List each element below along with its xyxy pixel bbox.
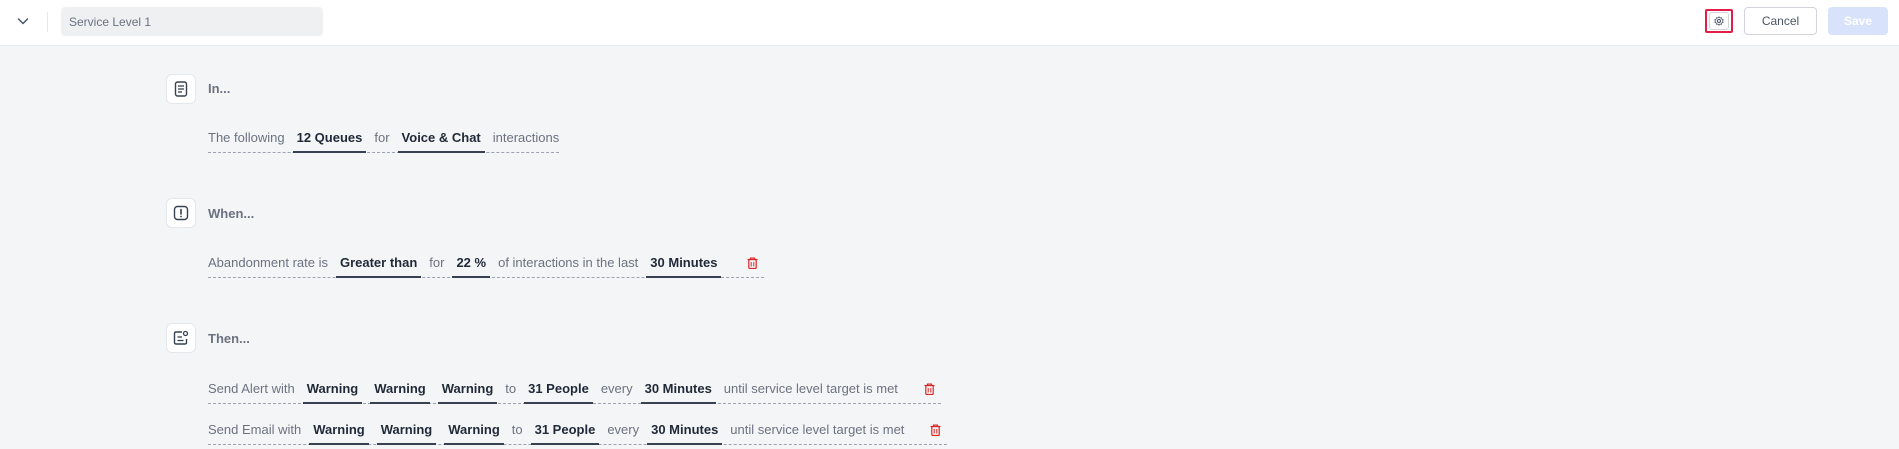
then-row-suffix: until service level target is met [730,422,905,437]
in-sentence: The following 12 Queues for Voice & Chat… [208,127,560,153]
recipients-selector[interactable]: 31 People [530,419,600,445]
then-row-to-text: to [505,381,517,396]
in-for-text: for [374,130,390,145]
interval-selector[interactable]: 30 Minutes [647,419,723,445]
header-divider [47,12,48,32]
settings-button-frame [1709,12,1729,30]
in-prefix-text: The following [208,130,285,145]
severity-selector[interactable]: Warning [370,378,430,404]
then-row-alert: Send Alert with Warning Warning Warning … [208,378,941,404]
in-suffix-text: interactions [492,130,560,145]
cancel-button[interactable]: Cancel [1744,7,1817,35]
channels-selector[interactable]: Voice & Chat [397,127,485,153]
action-list-icon [173,330,189,345]
top-bar: Cancel Save [0,0,1899,46]
severity-selector[interactable]: Warning [376,419,437,445]
when-section-title: When... [208,206,255,221]
queues-selector[interactable]: 12 Queues [292,127,367,153]
when-of-text: of interactions in the last [498,255,639,270]
collapse-button[interactable] [10,10,36,32]
service-level-name-input[interactable] [61,7,323,36]
then-row-prefix: Send Email with [208,422,302,437]
severity-selector[interactable]: Warning [444,419,504,445]
when-for-text: for [429,255,445,270]
delete-condition-button[interactable] [747,252,758,274]
severity-selector[interactable]: Warning [302,378,363,404]
when-metric-text: Abandonment rate is [208,255,328,270]
chevron-down-icon [17,18,29,25]
when-section-icon-box [166,198,196,228]
when-sentence: Abandonment rate is Greater than for 22 … [208,252,765,278]
recipients-selector[interactable]: 31 People [524,378,593,404]
in-section-title: In... [208,81,231,96]
delete-action-button[interactable] [924,378,935,400]
severity-selector[interactable]: Warning [309,419,369,445]
interval-selector[interactable]: 30 Minutes [640,378,716,404]
in-section-icon-box [166,74,196,104]
trash-icon [930,424,941,436]
gear-icon [1714,16,1724,26]
then-section-title: Then... [208,331,250,346]
comparator-selector[interactable]: Greater than [335,252,422,278]
save-button[interactable]: Save [1828,7,1888,35]
trash-icon [747,257,758,269]
then-row-to-text: to [511,422,523,437]
then-row-every-text: every [600,381,633,396]
severity-selector[interactable]: Warning [437,378,498,404]
then-section-icon-box [166,323,196,353]
delete-action-button[interactable] [930,419,941,441]
trash-icon [924,383,935,395]
then-row-suffix: until service level target is met [723,381,898,396]
alert-square-icon [173,205,189,221]
then-row-prefix: Send Alert with [208,381,295,396]
then-row-every-text: every [607,422,640,437]
document-icon [174,81,188,97]
settings-button[interactable] [1705,9,1733,33]
time-window-selector[interactable]: 30 Minutes [646,252,722,278]
percent-input[interactable]: 22 % [452,252,491,278]
then-row-email: Send Email with Warning Warning Warning … [208,419,948,445]
